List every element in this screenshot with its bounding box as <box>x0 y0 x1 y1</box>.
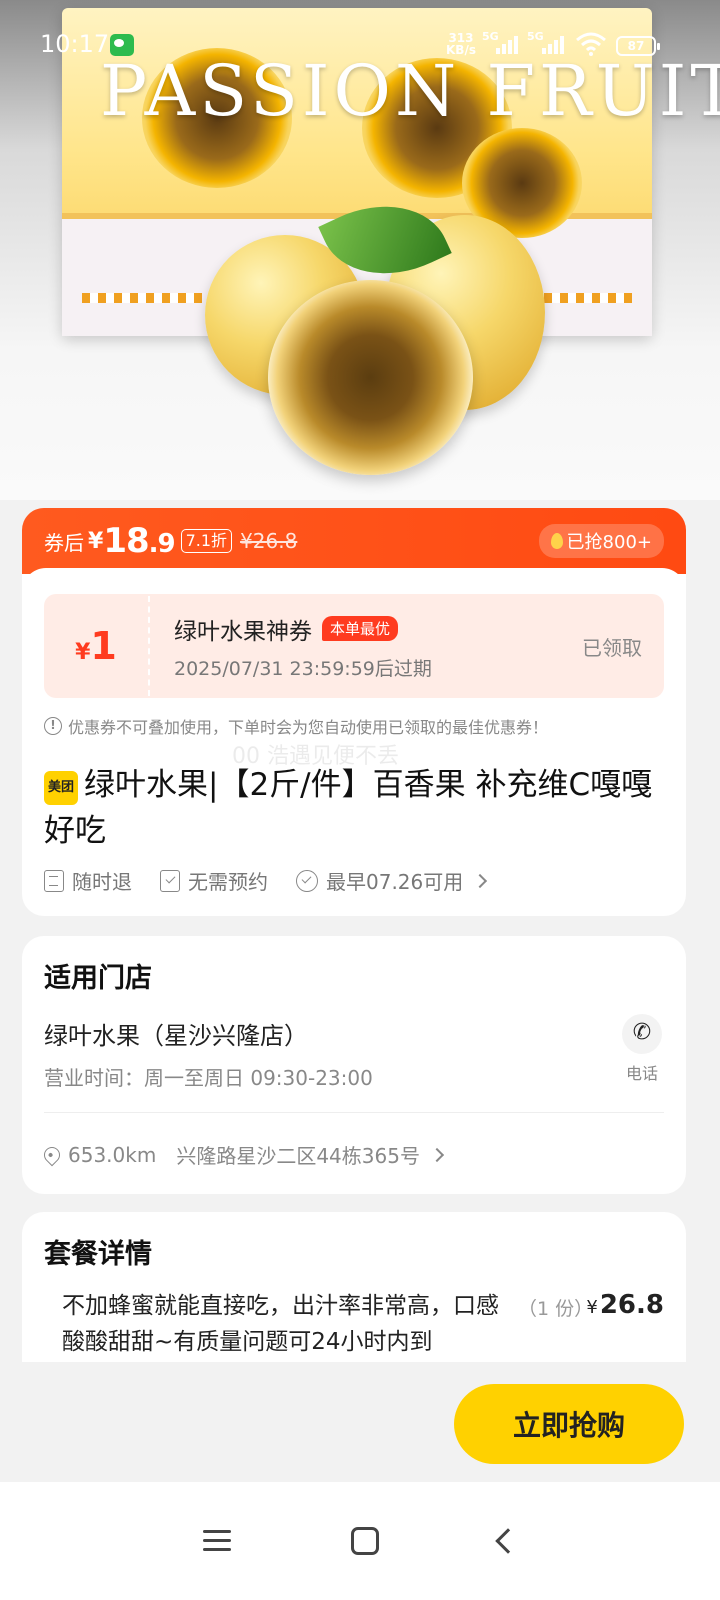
price-label: 券后 <box>44 530 84 555</box>
battery-icon: 87 <box>616 36 660 56</box>
package-price: ¥26.8 <box>586 1290 664 1320</box>
fruit-cut-half <box>268 280 473 475</box>
info-icon: ! <box>44 717 62 735</box>
buy-now-button[interactable]: 立即抢购 <box>454 1384 684 1464</box>
discount-badge: 7.1折 <box>180 529 233 553</box>
coupon-amount: ¥1 <box>44 624 148 668</box>
coupon-best-tag: 本单最优 <box>322 616 399 641</box>
phone-button[interactable]: 电话 <box>620 1014 664 1084</box>
signal-2-icon <box>542 34 564 54</box>
coupon-notice: ! 优惠券不可叠加使用，下单时会为您自动使用已领取的最佳优惠券！ <box>44 714 548 738</box>
coupon-expiry: 2025/07/31 23:59:59后过期 <box>174 657 432 680</box>
price-dec: .9 <box>148 529 176 559</box>
package-price-value: 26.8 <box>599 1290 664 1320</box>
coupon-info: 绿叶水果神券 本单最优 2025/07/31 23:59:59后过期 <box>150 612 582 681</box>
product-card: 券后 ¥ 18.9 7.1折 ¥26.8 已抢800+ ¥1 绿叶水果神券 本单… <box>22 508 686 916</box>
box-checker-left <box>82 293 202 303</box>
phone-icon <box>622 1014 662 1054</box>
price-currency: ¥ <box>88 528 104 554</box>
chevron-right-icon <box>429 1147 445 1162</box>
back-icon[interactable] <box>495 1528 521 1554</box>
home-icon[interactable] <box>351 1527 379 1555</box>
network-speed-unit: KB/s <box>446 43 476 57</box>
package-description: 不加蜂蜜就能直接吃，出汁率非常高，口感酸酸甜甜~有质量问题可24小时内到 <box>62 1293 499 1355</box>
store-distance: 653.0km <box>68 1142 157 1167</box>
feature-no-reservation-label: 无需预约 <box>188 870 268 894</box>
product-title-text: 绿叶水果|【2斤/件】百香果 补充维C嘎嘎好吃 <box>44 767 653 849</box>
store-address: 兴隆路星沙二区44栋365号 <box>176 1144 420 1168</box>
calendar-check-icon <box>160 869 180 892</box>
coupon-card[interactable]: ¥1 绿叶水果神券 本单最优 2025/07/31 23:59:59后过期 已领… <box>44 594 664 698</box>
coupon-name: 绿叶水果神券 <box>174 618 312 645</box>
feature-no-reservation: 无需预约 <box>160 866 268 895</box>
feature-row[interactable]: 随时退 无需预约 最早07.26可用 <box>44 866 488 895</box>
coupon-notice-text: 优惠券不可叠加使用，下单时会为您自动使用已领取的最佳优惠券！ <box>68 718 549 737</box>
feature-earliest-date-label: 最早07.26可用 <box>326 870 464 894</box>
store-divider <box>44 1112 664 1113</box>
store-card: 适用门店 绿叶水果（星沙兴隆店） 营业时间：周一至周日 09:30-23:00 … <box>22 936 686 1194</box>
chevron-right-icon <box>473 873 488 888</box>
action-bar: 立即抢购 <box>0 1362 720 1482</box>
store-hours: 营业时间：周一至周日 09:30-23:00 <box>44 1066 373 1090</box>
feature-refund-label: 随时退 <box>72 870 132 894</box>
system-nav-bar <box>0 1482 720 1600</box>
status-time: 10:17 <box>40 30 110 58</box>
price-bar: 券后 ¥ 18.9 7.1折 ¥26.8 已抢800+ <box>22 508 686 592</box>
coupon-value: 1 <box>90 624 117 668</box>
price-int: 18 <box>103 521 149 561</box>
wechat-notification-icon <box>110 34 134 56</box>
package-currency: ¥ <box>586 1297 598 1318</box>
document-icon <box>44 869 64 892</box>
store-name[interactable]: 绿叶水果（星沙兴隆店） <box>44 1016 308 1051</box>
package-section-title: 套餐详情 <box>44 1239 152 1270</box>
package-quantity: （1 份） <box>518 1298 594 1320</box>
price-value: 18.9 <box>103 521 176 561</box>
feature-refund: 随时退 <box>44 866 132 895</box>
flame-icon <box>550 533 563 549</box>
store-address-row[interactable]: 653.0km 兴隆路星沙二区44栋365号 <box>40 1140 445 1169</box>
recent-apps-icon[interactable] <box>203 1530 231 1552</box>
check-circle-icon <box>296 869 318 892</box>
coupon-currency: ¥ <box>75 640 91 665</box>
coupon-status: 已领取 <box>582 635 642 660</box>
network-speed: 313 KB/s <box>446 32 476 56</box>
status-bar: 10:17 313 KB/s 5G 5G 87 <box>0 0 720 90</box>
wifi-icon <box>576 32 606 56</box>
location-pin-icon <box>40 1143 64 1166</box>
meituan-logo: 美团 <box>44 771 78 805</box>
sold-count-badge: 已抢800+ <box>538 524 664 558</box>
sold-count: 已抢800+ <box>566 532 652 553</box>
store-section-title: 适用门店 <box>44 963 152 994</box>
signal-1-icon <box>496 34 518 54</box>
package-card: 套餐详情 不加蜂蜜就能直接吃，出汁率非常高，口感酸酸甜甜~有质量问题可24小时内… <box>22 1212 686 1372</box>
original-price: ¥26.8 <box>240 529 298 553</box>
feature-earliest-date: 最早07.26可用 <box>296 866 488 895</box>
phone-label: 电话 <box>625 1064 658 1083</box>
product-title: 美团 绿叶水果|【2斤/件】百香果 补充维C嘎嘎好吃 <box>44 762 664 854</box>
